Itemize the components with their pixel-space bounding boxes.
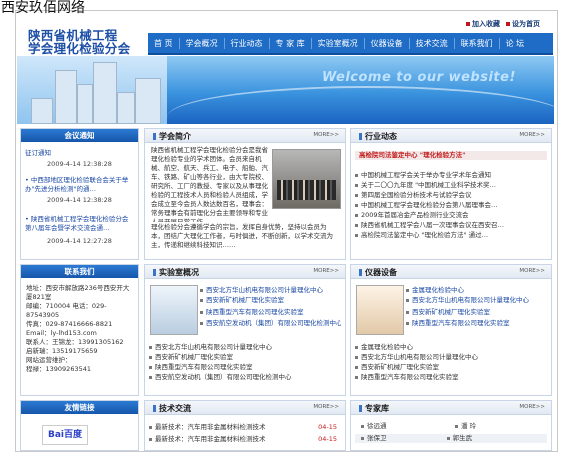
equipment-list-item[interactable]: 西安北方华山机电有限公司计量理化中心 bbox=[355, 353, 547, 362]
contact-line: 启新瑞：13519175659 bbox=[26, 347, 98, 355]
contact-line: 邮编：710004 电话：029-87543905 bbox=[26, 302, 107, 319]
nav-equipment[interactable]: 仪器设备 bbox=[365, 37, 410, 49]
tech-box: 技术交流 MORE>> 最新技术：汽车用非金属材料检测技术 04-15 最新技术：… bbox=[144, 400, 346, 451]
lab-side-item[interactable]: 陕西重型汽车有限公司理化实验室 bbox=[200, 308, 341, 317]
set-homepage-label: 设为首页 bbox=[512, 20, 540, 28]
equipment-side-item[interactable]: 西安北方华山机电有限公司计量理化中心 bbox=[406, 296, 547, 305]
lab-list-item[interactable]: 西安航空发动机（集团）有限公司理化检测中心 bbox=[149, 373, 341, 382]
main-nav: 首 页 学会概况 行业动态 专 家 库 实验室概况 仪器设备 技术交流 联系我们… bbox=[148, 33, 553, 55]
equipment-box: 仪器设备 MORE>> 金属理化检验中心 西安北方华山机电有限公司计量理化中心 西… bbox=[350, 264, 552, 396]
tech-item[interactable]: 最新技术：汽车用非金属材料检测技术 bbox=[149, 423, 307, 432]
equipment-list-item[interactable]: 陕西重型汽车有限公司理化实验室 bbox=[355, 373, 547, 382]
nav-experts[interactable]: 专 家 库 bbox=[270, 37, 312, 49]
equipment-more-link[interactable]: MORE>> bbox=[519, 268, 545, 274]
lab-title: 实验室概况 bbox=[153, 267, 199, 278]
lab-list-item[interactable]: 西安新矿机械厂理化实验室 bbox=[149, 353, 341, 362]
equipment-side-item[interactable]: 金属理化检验中心 bbox=[406, 286, 547, 295]
experts-more-link[interactable]: MORE>> bbox=[519, 404, 545, 410]
baidu-link[interactable]: Bai百度 bbox=[42, 425, 88, 445]
news-item[interactable]: 关于二〇〇九年度 "中国机械工业科学技术奖… bbox=[355, 181, 547, 190]
lab-list-item[interactable]: 陕西重型汽车有限公司理化实验室 bbox=[149, 363, 341, 372]
contact-box: 联系我们 地址：西安市解放路236号西安开大厦821室 邮编：710004 电话… bbox=[20, 264, 139, 396]
experts-title: 专家库 bbox=[359, 403, 389, 414]
notice-date: 2009-4-14 12:38:28 bbox=[47, 160, 112, 168]
nav-forum[interactable]: 论 坛 bbox=[500, 38, 531, 49]
intro-paragraph-2: 理化检验分会遵循学会的宗旨，发挥自身优势，坚持以会员为本，团结广大理化工作者，与… bbox=[151, 223, 333, 249]
baidu-logo-text: Bai百度 bbox=[47, 430, 83, 440]
banner-skyline bbox=[17, 56, 167, 124]
experts-box: 专家库 MORE>> 徐远通 潘 玲 张保卫 郭生武 bbox=[350, 400, 552, 451]
notice-date: 2009-4-14 12:38:28 bbox=[47, 196, 112, 204]
news-box: 行业动态 MORE>> 高检院司法鉴定中心 "理化检验方法" 中国机械工程学会关于… bbox=[350, 128, 552, 260]
news-title: 行业动态 bbox=[359, 131, 397, 142]
notice-date: 2009-4-14 12:27:28 bbox=[47, 237, 112, 245]
news-item[interactable]: 陕西省机械工程学会八届一次理事会议在西安召… bbox=[355, 221, 547, 230]
nav-about[interactable]: 学会概况 bbox=[180, 37, 225, 49]
lab-more-link[interactable]: MORE>> bbox=[313, 268, 339, 274]
intro-title: 学会简介 bbox=[153, 131, 191, 142]
notice-item[interactable]: 征订通知 bbox=[25, 149, 134, 158]
news-item[interactable]: 高检院司法鉴定中心 "理化检验方法" 通过… bbox=[355, 231, 547, 240]
tech-item[interactable]: 最新技术：汽车用非金属材料检测技术 bbox=[149, 435, 307, 444]
expert-name[interactable]: 张保卫 bbox=[361, 434, 387, 442]
equipment-title: 仪器设备 bbox=[359, 267, 397, 278]
contact-line: 地址：西安市解放路236号西安开大厦821室 bbox=[26, 284, 130, 301]
add-favorite-label: 加入收藏 bbox=[472, 20, 500, 28]
contact-line: 传真：029-87416666-8821 bbox=[26, 320, 113, 328]
expert-name[interactable]: 潘 玲 bbox=[455, 422, 535, 431]
tech-more-link[interactable]: MORE>> bbox=[313, 404, 339, 410]
news-item[interactable]: 2009年首届冶金产品检测行业交流会 bbox=[355, 211, 547, 220]
banner: Welcome to our website! bbox=[17, 56, 554, 124]
lab-photo bbox=[150, 285, 198, 335]
lab-side-item[interactable]: 西安北方华山机电有限公司计量理化中心 bbox=[200, 286, 341, 295]
nav-contact[interactable]: 联系我们 bbox=[455, 37, 500, 49]
watermark: 西安玖佰网络 bbox=[1, 0, 85, 16]
add-favorite-link[interactable]: 加入收藏 bbox=[466, 19, 500, 29]
nav-home[interactable]: 首 页 bbox=[148, 37, 180, 49]
notice-item[interactable]: • 陕西省机械工程学会理化检验分会第八届年会暨学术交流会通… bbox=[25, 215, 134, 233]
equipment-list-item[interactable]: 金属理化检验中心 bbox=[355, 343, 547, 352]
contact-line: 网站运营维护： bbox=[26, 356, 72, 364]
intro-box: 学会简介 MORE>> 陕西省机械工程学会理化检验分会是我省理化检验专业的学术团体… bbox=[144, 128, 346, 260]
contact-line: Email：ly-lhd153.com bbox=[26, 329, 97, 337]
notice-title: 会议通知 bbox=[21, 129, 138, 142]
equipment-side-item[interactable]: 陕西重型汽车有限公司理化实验室 bbox=[406, 319, 547, 328]
equipment-side-item[interactable]: 西安新矿机械厂理化实验室 bbox=[406, 308, 547, 317]
logo-line2: 学会理化检验分会 bbox=[28, 41, 131, 56]
set-homepage-link[interactable]: 设为首页 bbox=[506, 19, 540, 29]
banner-wave bbox=[167, 86, 554, 124]
equipment-photo bbox=[356, 285, 404, 335]
expert-name[interactable]: 郭生武 bbox=[446, 434, 472, 442]
lab-box: 实验室概况 MORE>> 西安北方华山机电有限公司计量理化中心 西安新矿机械厂理化… bbox=[144, 264, 346, 396]
news-item[interactable]: 第四届全国检验分析技术与试验学会议 bbox=[355, 191, 547, 200]
notice-box: 会议通知 征订通知 2009-4-14 12:38:28 • 中西部地区理化检验… bbox=[20, 128, 139, 260]
equipment-list-item[interactable]: 西安新矿机械厂理化实验室 bbox=[355, 363, 547, 372]
banner-welcome-text: Welcome to our website! bbox=[322, 70, 516, 85]
news-more-link[interactable]: MORE>> bbox=[519, 132, 545, 138]
site-logo[interactable]: 陕西省机械工程 学会理化检验分会 bbox=[28, 29, 140, 55]
lab-list-item[interactable]: 西安北方华山机电有限公司计量理化中心 bbox=[149, 343, 341, 352]
nav-lab[interactable]: 实验室概况 bbox=[312, 37, 365, 49]
lab-side-item[interactable]: 西安航空发动机（集团）有限公司理化检测中心 bbox=[200, 319, 341, 328]
expert-row-highlight: 张保卫 郭生武 bbox=[355, 434, 547, 443]
intro-more-link[interactable]: MORE>> bbox=[313, 132, 339, 138]
news-headline[interactable]: 高检院司法鉴定中心 "理化检验方法" bbox=[355, 151, 547, 160]
intro-group-photo bbox=[272, 149, 341, 209]
news-item[interactable]: 中国机械工程学会关于举办专业学术年会通知 bbox=[355, 171, 547, 180]
tech-date: 04-15 bbox=[318, 423, 337, 431]
links-title: 友情链接 bbox=[21, 401, 138, 414]
nav-news[interactable]: 行业动态 bbox=[225, 37, 270, 49]
tech-date: 04-15 bbox=[318, 435, 337, 443]
notice-item[interactable]: • 中西部地区理化检验联合会关于举办"先进分析检测"的通… bbox=[25, 176, 134, 194]
nav-tech[interactable]: 技术交流 bbox=[410, 37, 455, 49]
intro-paragraph: 陕西省机械工程学会理化检验分会是我省理化检验专业的学术团体。会员来自机械、航空、… bbox=[151, 146, 268, 222]
expert-name[interactable]: 徐远通 bbox=[361, 422, 441, 431]
contact-info: 地址：西安市解放路236号西安开大厦821室 邮编：710004 电话：029-… bbox=[26, 284, 134, 374]
contact-title: 联系我们 bbox=[21, 265, 138, 278]
contact-line: 联系人：王锦龙：13991305162 bbox=[26, 338, 124, 346]
lab-side-item[interactable]: 西安新矿机械厂理化实验室 bbox=[200, 296, 341, 305]
contact-line: 程禄：13909263541 bbox=[26, 365, 91, 373]
news-item[interactable]: 中国机械工程学会理化检验分会第八届理事会… bbox=[355, 201, 547, 210]
tech-title: 技术交流 bbox=[153, 403, 191, 414]
